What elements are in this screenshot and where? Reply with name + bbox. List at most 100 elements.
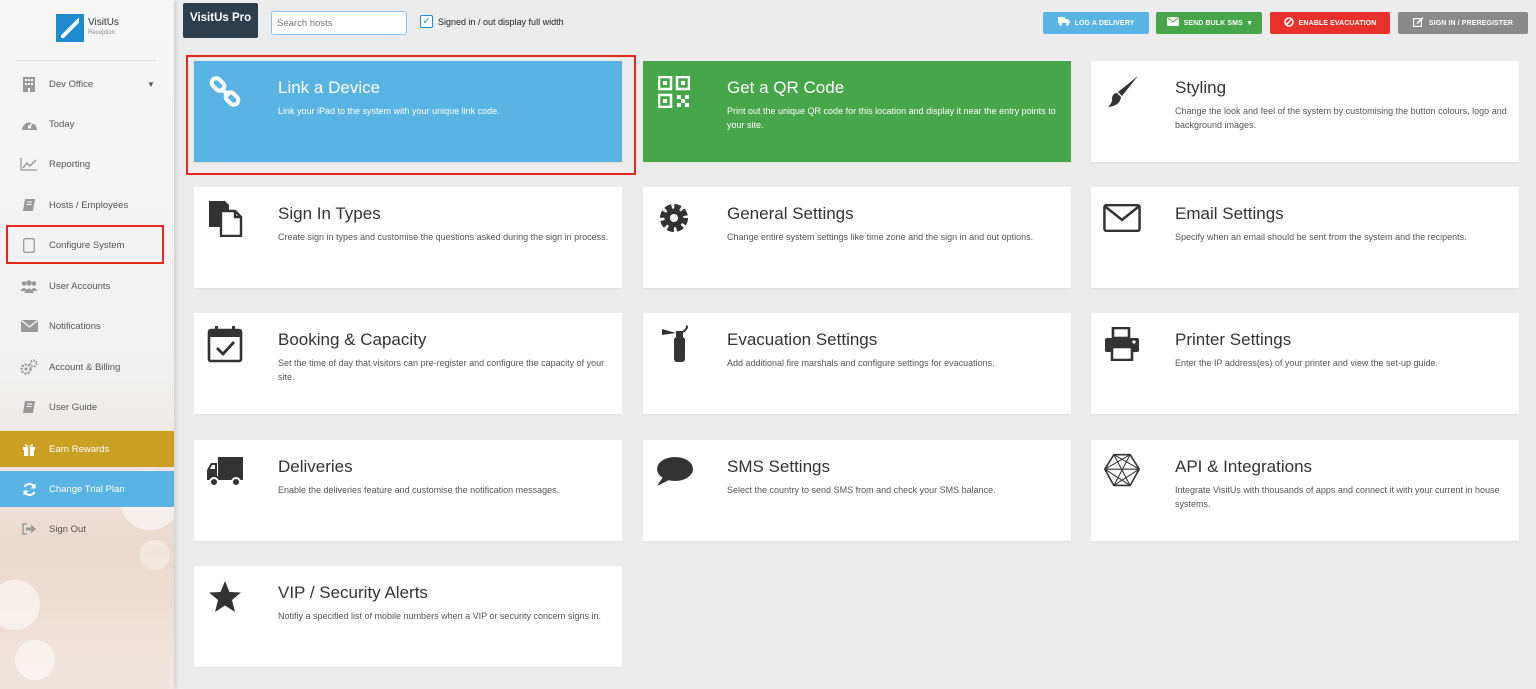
sidebar-item-change-trial-plan[interactable]: Change Trial Plan	[0, 471, 174, 507]
sidebar-item-account-billing[interactable]: Account & Billing	[0, 349, 174, 385]
book-icon	[20, 399, 38, 415]
truck-icon	[1057, 17, 1070, 29]
card-get-a-qr-code[interactable]: Get a QR Code Print out the unique QR co…	[643, 61, 1071, 162]
card-title: General Settings	[727, 204, 854, 223]
sidebar-item-user-accounts[interactable]: User Accounts	[0, 268, 174, 304]
card-evacuation-settings[interactable]: Evacuation Settings Add additional fire …	[643, 313, 1071, 414]
envelope-icon	[1166, 17, 1179, 29]
caret-down-icon: ▾	[1247, 20, 1252, 27]
card-description: Enable the deliveries feature and custom…	[278, 485, 560, 495]
card-description: Specify when an email should be sent fro…	[1175, 232, 1467, 242]
card-description: Change the look and feel of the system b…	[1175, 106, 1507, 130]
sign-in-preregister-button[interactable]: SIGN IN / PREREGISTER	[1398, 12, 1528, 34]
card-styling[interactable]: Styling Change the look and feel of the …	[1091, 61, 1519, 162]
card-description: Add additional fire marshals and configu…	[727, 358, 995, 368]
chevron-down-icon[interactable]: ▼	[147, 80, 155, 89]
search-input[interactable]	[271, 11, 407, 35]
sidebar-item-label: User Guide	[49, 401, 98, 413]
logo-name: VisitUs	[88, 17, 119, 28]
card-api-integrations[interactable]: API & Integrations Integrate VisitUs wit…	[1091, 440, 1519, 541]
visitus-logo[interactable]: VisitUs Reception	[56, 14, 119, 42]
card-description: Integrate VisitUs with thousands of apps…	[1175, 485, 1500, 509]
sidebar-item-label: Today	[49, 118, 75, 130]
visitus-logo-mark	[56, 14, 84, 42]
sidebar-item-label: Sign Out	[49, 523, 86, 535]
card-title: Get a QR Code	[727, 78, 845, 97]
sidebar-item-label: User Accounts	[49, 280, 111, 292]
sidebar-item-label: Earn Rewards	[49, 443, 110, 455]
card-title: Evacuation Settings	[727, 330, 878, 349]
card-title: Printer Settings	[1175, 330, 1292, 349]
card-sms-settings[interactable]: SMS Settings Select the country to send …	[643, 440, 1071, 541]
card-description: Create sign in types and customise the q…	[278, 232, 609, 242]
cogs-icon	[20, 359, 38, 375]
full-width-label: Signed in / out display full width	[438, 16, 564, 27]
log-delivery-button[interactable]: LOG A DELIVERY	[1043, 12, 1149, 34]
card-vip-security-alerts[interactable]: VIP / Security Alerts Notifiy a specifie…	[194, 566, 622, 667]
card-title: API & Integrations	[1175, 457, 1313, 476]
documents-icon	[206, 199, 244, 237]
card-title: Deliveries	[278, 457, 353, 476]
dashboard-icon	[20, 116, 38, 132]
card-description: Change entire system settings like time …	[727, 232, 1034, 242]
chart-icon	[20, 156, 38, 172]
logo-sub: Reception	[88, 30, 116, 36]
card-title: Sign In Types	[278, 204, 381, 223]
sidebar-item-earn-rewards[interactable]: Earn Rewards	[0, 431, 174, 467]
building-icon	[20, 76, 38, 92]
card-description: Notifiy a specified list of mobile numbe…	[278, 611, 601, 621]
sign-in-preregister-label: SIGN IN / PREREGISTER	[1428, 19, 1514, 27]
send-bulk-sms-button[interactable]: SEND BULK SMS ▾	[1156, 12, 1262, 34]
qrcode-icon	[655, 73, 693, 111]
sidebar-item-reporting[interactable]: Reporting	[0, 146, 174, 182]
card-description: Set the time of day that visitors can pr…	[278, 358, 605, 382]
sidebar-item-label: Hosts / Employees	[49, 199, 129, 211]
full-width-toggle[interactable]: ✓ Signed in / out display full width	[420, 15, 564, 28]
configure-system-highlight	[6, 225, 164, 264]
ban-icon	[1283, 16, 1294, 30]
sidebar-item-label: Reporting	[49, 158, 91, 170]
full-width-checkbox[interactable]: ✓	[420, 15, 433, 28]
card-deliveries[interactable]: Deliveries Enable the deliveries feature…	[194, 440, 622, 541]
card-email-settings[interactable]: Email Settings Specify when an email sho…	[1091, 187, 1519, 288]
envelope-icon	[20, 318, 38, 334]
card-title: Email Settings	[1175, 204, 1284, 223]
network-icon	[1103, 452, 1141, 490]
sidebar-item-dev-office[interactable]: Dev Office ▼	[0, 66, 174, 102]
sidebar-item-hosts-employees[interactable]: Hosts / Employees	[0, 187, 174, 223]
link-device-highlight	[186, 55, 636, 175]
card-title: SMS Settings	[727, 457, 830, 476]
brand-badge[interactable]: VisitUs Pro	[183, 3, 258, 38]
printer-icon	[1103, 325, 1141, 363]
card-general-settings[interactable]: General Settings Change entire system se…	[643, 187, 1071, 288]
card-description: Enter the IP address(es) of your printer…	[1175, 358, 1438, 368]
sidebar-item-today[interactable]: Today	[0, 106, 174, 142]
sidebar-item-notifications[interactable]: Notifications	[0, 308, 174, 344]
card-printer-settings[interactable]: Printer Settings Enter the IP address(es…	[1091, 313, 1519, 414]
enable-evacuation-label: ENABLE EVACUATION	[1298, 19, 1377, 27]
edit-icon	[1412, 16, 1424, 30]
envelope-icon	[1103, 199, 1141, 237]
star-icon	[206, 578, 244, 616]
enable-evacuation-button[interactable]: ENABLE EVACUATION	[1270, 12, 1390, 34]
card-title: Booking & Capacity	[278, 330, 427, 349]
send-bulk-sms-label: SEND BULK SMS	[1183, 19, 1243, 27]
sign-out-icon	[20, 521, 38, 537]
paintbrush-icon	[1103, 73, 1141, 111]
users-icon	[20, 278, 38, 294]
card-sign-in-types[interactable]: Sign In Types Create sign in types and c…	[194, 187, 622, 288]
card-title: Styling	[1175, 78, 1227, 97]
sidebar-item-sign-out[interactable]: Sign Out	[0, 511, 174, 547]
log-delivery-label: LOG A DELIVERY	[1074, 19, 1135, 27]
calendar-check-icon	[206, 325, 244, 363]
gear-icon	[655, 199, 693, 237]
gift-icon	[20, 441, 38, 457]
sidebar-item-label: Change Trial Plan	[49, 483, 125, 495]
refresh-icon	[20, 481, 38, 497]
sidebar-item-label: Dev Office	[49, 78, 94, 90]
card-title: VIP / Security Alerts	[278, 583, 428, 602]
sidebar-item-label: Account & Billing	[49, 361, 121, 373]
sidebar-divider	[16, 60, 156, 61]
card-booking-capacity[interactable]: Booking & Capacity Set the time of day t…	[194, 313, 622, 414]
sidebar-item-user-guide[interactable]: User Guide	[0, 389, 174, 425]
